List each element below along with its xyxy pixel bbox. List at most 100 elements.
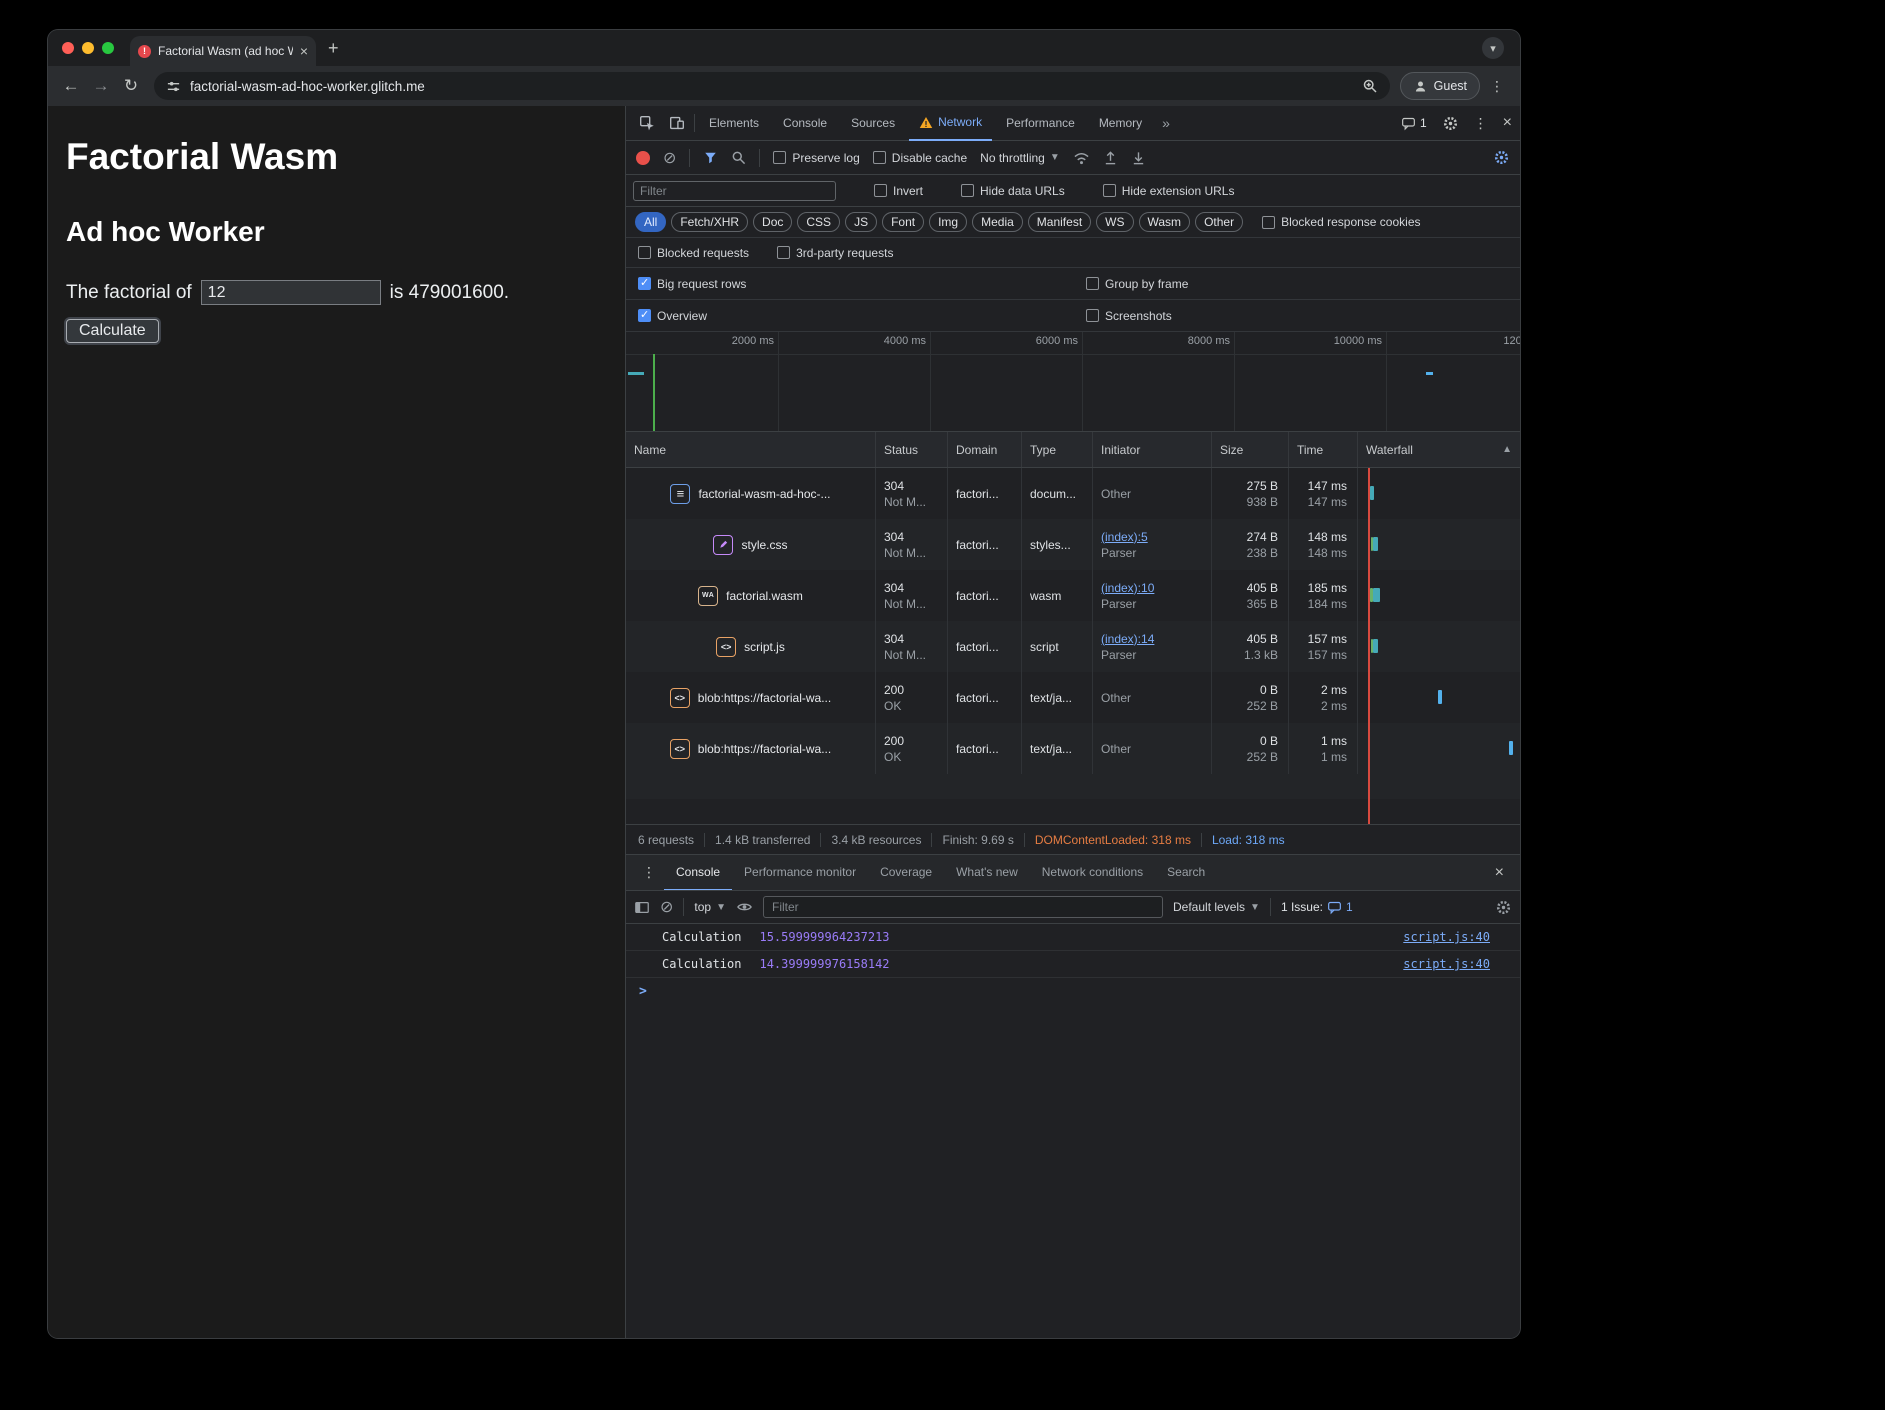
column-header-type[interactable]: Type — [1022, 432, 1093, 467]
record-network-log-button[interactable] — [636, 151, 650, 165]
console-levels-dropdown[interactable]: Default levels▼ — [1173, 900, 1260, 914]
screenshots-checkbox[interactable]: Screenshots — [1086, 309, 1172, 323]
filter-pill-other[interactable]: Other — [1195, 212, 1243, 232]
filter-pill-media[interactable]: Media — [972, 212, 1023, 232]
inspect-element-icon[interactable] — [634, 114, 660, 132]
disable-cache-checkbox[interactable]: Disable cache — [873, 151, 967, 165]
more-tabs-icon[interactable]: » — [1156, 115, 1176, 131]
tab-network[interactable]: Network — [909, 106, 992, 141]
table-row[interactable]: factorial.wasm 304Not M... factori... wa… — [626, 570, 1520, 621]
console-prompt[interactable]: > — [626, 978, 1520, 1004]
tab-performance[interactable]: Performance — [996, 106, 1085, 141]
table-row[interactable]: factorial-wasm-ad-hoc-... 304Not M... fa… — [626, 468, 1520, 519]
hide-extension-urls-checkbox[interactable]: Hide extension URLs — [1103, 184, 1235, 198]
drawer-tab-performance-monitor[interactable]: Performance monitor — [732, 855, 868, 891]
filter-toggle-icon[interactable] — [703, 151, 718, 165]
drawer-close-icon[interactable]: × — [1495, 864, 1512, 882]
table-row[interactable]: blob:https://factorial-wa... 200OK facto… — [626, 672, 1520, 723]
forward-button[interactable]: → — [88, 73, 114, 99]
tab-console[interactable]: Console — [773, 106, 837, 141]
filter-pill-manifest[interactable]: Manifest — [1028, 212, 1091, 232]
minimize-window-button[interactable] — [82, 42, 94, 54]
zoom-icon[interactable] — [1362, 78, 1378, 94]
import-har-icon[interactable] — [1103, 150, 1118, 166]
clear-network-log-icon[interactable]: ⊘ — [663, 148, 676, 168]
network-settings-icon[interactable] — [1493, 149, 1510, 166]
issues-counter[interactable]: 1 — [1401, 116, 1427, 131]
url-bar[interactable]: factorial-wasm-ad-hoc-worker.glitch.me — [154, 72, 1390, 100]
third-party-requests-checkbox[interactable]: 3rd-party requests — [777, 246, 893, 260]
column-header-status[interactable]: Status — [876, 432, 948, 467]
column-header-size[interactable]: Size — [1212, 432, 1289, 467]
table-row[interactable]: blob:https://factorial-wa... 200OK facto… — [626, 723, 1520, 774]
filter-pill-all[interactable]: All — [635, 212, 666, 232]
network-conditions-icon[interactable] — [1073, 150, 1090, 165]
drawer-tab-network-conditions[interactable]: Network conditions — [1030, 855, 1155, 891]
console-context-dropdown[interactable]: top▼ — [694, 900, 726, 914]
filter-pill-font[interactable]: Font — [882, 212, 924, 232]
eye-icon[interactable] — [736, 900, 753, 914]
throttling-dropdown[interactable]: No throttling▼ — [980, 151, 1060, 165]
column-header-initiator[interactable]: Initiator — [1093, 432, 1212, 467]
blocked-requests-checkbox[interactable]: Blocked requests — [638, 246, 749, 260]
console-settings-icon[interactable] — [1495, 899, 1512, 916]
invert-checkbox[interactable]: Invert — [874, 184, 923, 198]
initiator-link[interactable]: (index):14 — [1101, 632, 1203, 646]
browser-menu-button[interactable]: ⋮ — [1484, 73, 1510, 99]
network-overview-timeline[interactable]: 2000 ms 4000 ms 6000 ms 8000 ms 10000 ms… — [626, 332, 1520, 432]
table-row[interactable]: style.css 304Not M... factori... styles.… — [626, 519, 1520, 570]
table-row[interactable]: script.js 304Not M... factori... script … — [626, 621, 1520, 672]
console-filter-input[interactable] — [763, 896, 1163, 918]
filter-pill-img[interactable]: Img — [929, 212, 967, 232]
initiator-link[interactable]: (index):10 — [1101, 581, 1203, 595]
column-header-domain[interactable]: Domain — [948, 432, 1022, 467]
overview-checkbox[interactable]: Overview — [638, 309, 707, 323]
tab-memory[interactable]: Memory — [1089, 106, 1152, 141]
filter-pill-doc[interactable]: Doc — [753, 212, 792, 232]
big-request-rows-checkbox[interactable]: Big request rows — [638, 277, 746, 291]
browser-tab[interactable]: ! Factorial Wasm (ad hoc Work × — [130, 36, 316, 66]
filter-pill-css[interactable]: CSS — [797, 212, 840, 232]
device-toolbar-icon[interactable] — [664, 114, 690, 132]
zoom-window-button[interactable] — [102, 42, 114, 54]
devtools-settings-icon[interactable] — [1442, 115, 1459, 132]
filter-pill-ws[interactable]: WS — [1096, 212, 1133, 232]
devtools-close-icon[interactable]: × — [1503, 114, 1512, 132]
profile-button[interactable]: Guest — [1400, 72, 1480, 100]
tab-sources[interactable]: Sources — [841, 106, 905, 141]
blocked-response-cookies-checkbox[interactable]: Blocked response cookies — [1262, 215, 1420, 229]
new-tab-button[interactable]: + — [328, 38, 339, 59]
console-empty-area[interactable] — [626, 1004, 1520, 1338]
column-header-name[interactable]: Name — [626, 432, 876, 467]
console-sidebar-icon[interactable] — [634, 900, 650, 915]
initiator-link[interactable]: (index):5 — [1101, 530, 1203, 544]
tab-elements[interactable]: Elements — [699, 106, 769, 141]
network-filter-input[interactable] — [633, 181, 836, 201]
column-header-time[interactable]: Time — [1289, 432, 1358, 467]
search-network-icon[interactable] — [731, 150, 746, 165]
hide-data-urls-checkbox[interactable]: Hide data URLs — [961, 184, 1065, 198]
drawer-tab-console[interactable]: Console — [664, 855, 732, 891]
calculate-button[interactable]: Calculate — [66, 319, 159, 343]
filter-pill-fetch-xhr[interactable]: Fetch/XHR — [671, 212, 748, 232]
drawer-tab-whats-new[interactable]: What's new — [944, 855, 1030, 891]
drawer-tab-coverage[interactable]: Coverage — [868, 855, 944, 891]
reload-button[interactable]: ↻ — [118, 73, 144, 99]
back-button[interactable]: ← — [58, 73, 84, 99]
drawer-menu-icon[interactable]: ⋮ — [634, 864, 664, 881]
clear-console-icon[interactable]: ⊘ — [660, 897, 673, 917]
column-header-waterfall[interactable]: Waterfall ▲ — [1358, 432, 1520, 467]
group-by-frame-checkbox[interactable]: Group by frame — [1086, 277, 1188, 291]
source-link[interactable]: script.js:40 — [1403, 930, 1490, 944]
tab-search-button[interactable]: ▾ — [1482, 37, 1504, 59]
export-har-icon[interactable] — [1131, 150, 1146, 166]
devtools-menu-icon[interactable]: ⋮ — [1474, 115, 1488, 132]
source-link[interactable]: script.js:40 — [1403, 957, 1490, 971]
site-settings-icon[interactable] — [166, 79, 181, 94]
console-issues-counter[interactable]: 1 Issue: 1 — [1281, 900, 1353, 915]
factorial-input[interactable] — [201, 280, 381, 305]
preserve-log-checkbox[interactable]: Preserve log — [773, 151, 859, 165]
drawer-tab-search[interactable]: Search — [1155, 855, 1217, 891]
filter-pill-wasm[interactable]: Wasm — [1139, 212, 1191, 232]
close-window-button[interactable] — [62, 42, 74, 54]
